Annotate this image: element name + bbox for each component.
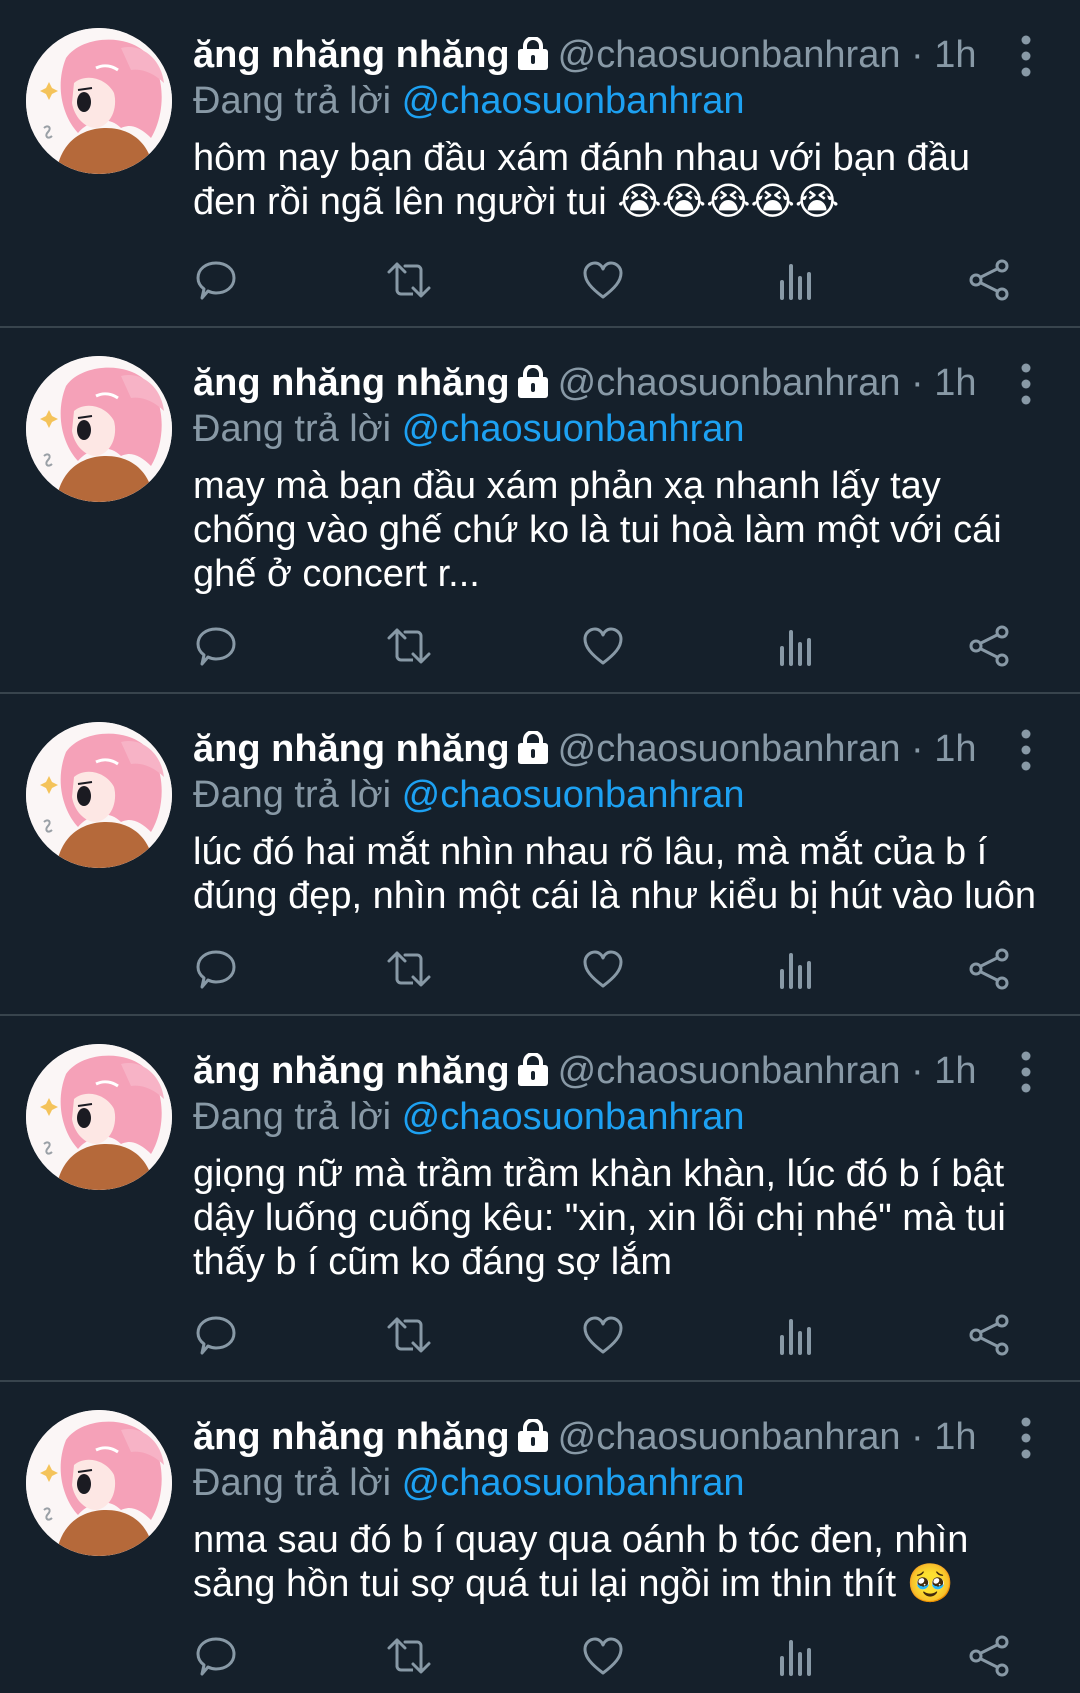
- tweet-header: ăng nhăng nhăng @chaosuonbanhran · 1h: [193, 1412, 1080, 1462]
- tweet[interactable]: ăng nhăng nhăng @chaosuonbanhran · 1h Đan…: [0, 328, 1080, 694]
- reply-icon[interactable]: [192, 1632, 240, 1680]
- tweet-text-line: ghế ở concert r...: [193, 553, 480, 595]
- more-vertical-icon[interactable]: [1014, 362, 1038, 406]
- tweet-text: may mà bạn đầu xám phản xạ nhanh lấy tay…: [193, 464, 1053, 596]
- reply-mention[interactable]: @chaosuonbanhran: [402, 1096, 745, 1138]
- tweet-text-line: giọng nữ mà trầm trầm khàn khàn, lúc đó …: [193, 1153, 1005, 1195]
- tweet-text-line: thấy b í cũm ko đáng sợ lắm: [193, 1241, 673, 1283]
- analytics-icon[interactable]: [772, 622, 820, 670]
- retweet-icon[interactable]: [385, 622, 433, 670]
- tweet[interactable]: ăng nhăng nhăng @chaosuonbanhran · 1h Đan…: [0, 1016, 1080, 1382]
- tweet-text-line: đen rồi ngã lên người tui 😭😭😭😭😭: [193, 181, 840, 223]
- tweet-text-line: lúc đó hai mắt nhìn nhau rõ lâu, mà mắt …: [193, 831, 988, 873]
- tweet-text-line: dậy luống cuống kêu: "xin, xin lỗi chị n…: [193, 1197, 1006, 1239]
- tweet-text-line: hôm nay bạn đầu xám đánh nhau với bạn đầ…: [193, 137, 971, 179]
- tweet-header: ăng nhăng nhăng @chaosuonbanhran · 1h: [193, 1046, 1080, 1096]
- user-handle[interactable]: @chaosuonbanhran: [558, 34, 901, 76]
- analytics-icon[interactable]: [772, 256, 820, 304]
- more-vertical-icon[interactable]: [1014, 34, 1038, 78]
- reply-prefix: Đang trả lời: [193, 1096, 392, 1138]
- retweet-icon[interactable]: [385, 1311, 433, 1359]
- tweet[interactable]: ăng nhăng nhăng @chaosuonbanhran · 1h Đan…: [0, 694, 1080, 1016]
- like-icon[interactable]: [579, 945, 627, 993]
- reply-icon[interactable]: [192, 945, 240, 993]
- avatar[interactable]: [26, 356, 172, 502]
- share-icon[interactable]: [966, 256, 1014, 304]
- tweet-actions: [0, 1632, 1080, 1682]
- analytics-icon[interactable]: [772, 1632, 820, 1680]
- share-icon[interactable]: [966, 945, 1014, 993]
- tweet-actions: [0, 622, 1080, 672]
- tweet-actions: [0, 256, 1080, 306]
- tweet-actions: [0, 1311, 1080, 1361]
- tweet-text: lúc đó hai mắt nhìn nhau rõ lâu, mà mắt …: [193, 830, 1053, 918]
- user-handle[interactable]: @chaosuonbanhran: [558, 1050, 901, 1092]
- tweet-header: ăng nhăng nhăng @chaosuonbanhran · 1h: [193, 724, 1080, 774]
- tweet-text-line: chống vào ghế chứ ko là tui hoà làm một …: [193, 509, 1002, 551]
- like-icon[interactable]: [579, 622, 627, 670]
- user-handle[interactable]: @chaosuonbanhran: [558, 362, 901, 404]
- reply-prefix: Đang trả lời: [193, 774, 392, 816]
- display-name[interactable]: ăng nhăng nhăng: [193, 362, 510, 404]
- timestamp[interactable]: · 1h: [900, 362, 976, 404]
- reply-icon[interactable]: [192, 256, 240, 304]
- avatar[interactable]: [26, 1044, 172, 1190]
- more-vertical-icon[interactable]: [1014, 728, 1038, 772]
- tweet[interactable]: ăng nhăng nhăng @chaosuonbanhran · 1h Đan…: [0, 0, 1080, 328]
- replying-to: Đang trả lời @chaosuonbanhran: [193, 1092, 745, 1142]
- avatar[interactable]: [26, 28, 172, 174]
- replying-to: Đang trả lời @chaosuonbanhran: [193, 404, 745, 454]
- share-icon[interactable]: [966, 1311, 1014, 1359]
- display-name[interactable]: ăng nhăng nhăng: [193, 1050, 510, 1092]
- tweet-text-line: đúng đẹp, nhìn một cái là như kiểu bị hú…: [193, 875, 1037, 917]
- retweet-icon[interactable]: [385, 1632, 433, 1680]
- reply-icon[interactable]: [192, 1311, 240, 1359]
- reply-mention[interactable]: @chaosuonbanhran: [402, 80, 745, 122]
- reply-icon[interactable]: [192, 622, 240, 670]
- replying-to: Đang trả lời @chaosuonbanhran: [193, 770, 745, 820]
- reply-prefix: Đang trả lời: [193, 80, 392, 122]
- like-icon[interactable]: [579, 1311, 627, 1359]
- avatar[interactable]: [26, 1410, 172, 1556]
- reply-mention[interactable]: @chaosuonbanhran: [402, 408, 745, 450]
- user-handle[interactable]: @chaosuonbanhran: [558, 728, 901, 770]
- reply-mention[interactable]: @chaosuonbanhran: [402, 1462, 745, 1504]
- tweet-text-line: may mà bạn đầu xám phản xạ nhanh lấy tay: [193, 465, 941, 507]
- timestamp[interactable]: · 1h: [900, 34, 976, 76]
- timestamp[interactable]: · 1h: [900, 728, 976, 770]
- tweet-actions: [0, 945, 1080, 995]
- retweet-icon[interactable]: [385, 256, 433, 304]
- tweet-text: nma sau đó b í quay qua oánh b tóc đen, …: [193, 1518, 1053, 1606]
- display-name[interactable]: ăng nhăng nhăng: [193, 1416, 510, 1458]
- tweet-text: hôm nay bạn đầu xám đánh nhau với bạn đầ…: [193, 136, 1053, 224]
- tweet-text-line: nma sau đó b í quay qua oánh b tóc đen, …: [193, 1519, 969, 1561]
- reply-prefix: Đang trả lời: [193, 1462, 392, 1504]
- analytics-icon[interactable]: [772, 945, 820, 993]
- display-name[interactable]: ăng nhăng nhăng: [193, 34, 510, 76]
- timestamp[interactable]: · 1h: [900, 1050, 976, 1092]
- retweet-icon[interactable]: [385, 945, 433, 993]
- tweet-header: ăng nhăng nhăng @chaosuonbanhran · 1h: [193, 30, 1080, 80]
- like-icon[interactable]: [579, 1632, 627, 1680]
- tweet-feed: ăng nhăng nhăng @chaosuonbanhran · 1h Đan…: [0, 0, 1080, 1693]
- more-vertical-icon[interactable]: [1014, 1050, 1038, 1094]
- display-name[interactable]: ăng nhăng nhăng: [193, 728, 510, 770]
- share-icon[interactable]: [966, 1632, 1014, 1680]
- user-handle[interactable]: @chaosuonbanhran: [558, 1416, 901, 1458]
- tweet-text: giọng nữ mà trầm trầm khàn khàn, lúc đó …: [193, 1152, 1053, 1284]
- replying-to: Đang trả lời @chaosuonbanhran: [193, 76, 745, 126]
- share-icon[interactable]: [966, 622, 1014, 670]
- avatar[interactable]: [26, 722, 172, 868]
- reply-mention[interactable]: @chaosuonbanhran: [402, 774, 745, 816]
- analytics-icon[interactable]: [772, 1311, 820, 1359]
- tweet[interactable]: ăng nhăng nhăng @chaosuonbanhran · 1h Đan…: [0, 1382, 1080, 1693]
- tweet-header: ăng nhăng nhăng @chaosuonbanhran · 1h: [193, 358, 1080, 408]
- more-vertical-icon[interactable]: [1014, 1416, 1038, 1460]
- like-icon[interactable]: [579, 256, 627, 304]
- timestamp[interactable]: · 1h: [900, 1416, 976, 1458]
- reply-prefix: Đang trả lời: [193, 408, 392, 450]
- tweet-text-line: sảng hồn tui sợ quá tui lại ngồi im thin…: [193, 1563, 954, 1605]
- replying-to: Đang trả lời @chaosuonbanhran: [193, 1458, 745, 1508]
